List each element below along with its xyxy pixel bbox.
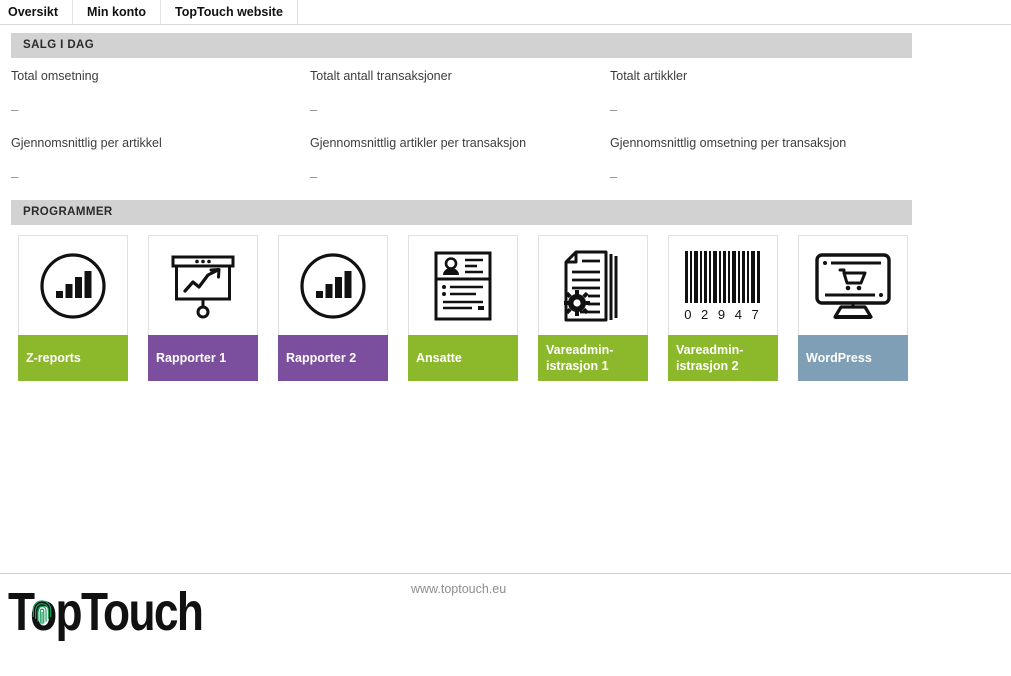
tile-icon-box [798,235,908,335]
tile-label-bar[interactable]: Rapporter 1 [148,335,258,381]
tab-min-konto[interactable]: Min konto [73,0,162,24]
tile-rapporter-2[interactable]: Rapporter 2 [278,235,388,381]
tab-oversikt[interactable]: Oversikt [0,0,74,24]
tile-label-text: Rapporter 1 [156,351,227,365]
kpi-label: Gjennomsnittlig omsetning per transaksjo… [610,136,847,150]
tile-icon-box: 0 2 9 4 7 [668,235,778,335]
kpi-gjennomsnittlig-artikler-per-transaksjon: Gjennomsnittlig artikler per transaksjon… [310,122,610,189]
tile-label-bar[interactable]: Vareadmin-istrasjon 2 [668,335,778,381]
tile-icon-box [148,235,258,335]
kpi-gjennomsnittlig-per-artikkel: Gjennomsnittlig per artikkel – [11,122,310,189]
tile-vareadministrasjon-1[interactable]: Vareadmin-istrasjon 1 [538,235,648,381]
document-gear-icon [564,250,618,321]
tile-icon-box [538,235,648,335]
tile-label-text: Rapporter 2 [286,351,357,365]
tab-bar: Oversikt Min konto TopTouch website [0,0,1011,25]
circle-bar-chart-icon [40,252,106,319]
kpi-label: Totalt artikkler [610,69,688,83]
kpi-gjennomsnittlig-omsetning-per-transaksjon: Gjennomsnittlig omsetning per transaksjo… [610,122,912,189]
tab-toptouch-website[interactable]: TopTouch website [161,0,298,24]
kpi-value: – [310,169,318,184]
programs-section-header: PROGRAMMER [11,200,912,225]
barcode-icon: 0 2 9 4 7 [684,250,762,322]
id-card-icon [434,251,492,320]
tile-label-text: Ansatte [416,351,462,365]
footer: www.toptouch.eu TopTouch [0,573,1011,676]
tile-rapporter-1[interactable]: Rapporter 1 [148,235,258,381]
kpi-label: Totalt antall transaksjoner [310,69,452,83]
tile-label-bar[interactable]: Ansatte [408,335,518,381]
kpi-value: – [11,169,19,184]
tab-label: Min konto [87,5,147,19]
tile-vareadministrasjon-2[interactable]: 0 2 9 4 7 Vareadmin-istrasjon 2 [668,235,778,381]
tile-label-text: Vareadmin-istrasjon 1 [546,343,614,373]
tile-ansatte[interactable]: Ansatte [408,235,518,381]
tile-label-bar[interactable]: WordPress [798,335,908,381]
tile-wordpress[interactable]: WordPress [798,235,908,381]
kpi-totalt-artikkler: Totalt artikkler – [610,68,912,122]
kpi-label: Gjennomsnittlig artikler per transaksjon [310,136,527,150]
monitor-cart-icon [815,252,891,319]
tab-label: TopTouch website [175,5,283,19]
tile-label-text: WordPress [806,351,872,365]
kpi-value: – [610,102,618,117]
sales-section-header: SALG I DAG [11,33,912,58]
toptouch-logo: TopTouch [8,584,1011,640]
tile-icon-box [278,235,388,335]
kpi-value: – [11,102,19,117]
kpi-label: Total omsetning [11,69,99,83]
tile-label-bar[interactable]: Rapporter 2 [278,335,388,381]
tile-label-text: Vareadmin-istrasjon 2 [676,343,744,373]
kpi-value: – [610,169,618,184]
tile-label-text: Z-reports [26,351,81,365]
tile-icon-box [408,235,518,335]
tab-label: Oversikt [8,5,59,19]
circle-bar-chart-icon [300,252,366,319]
tile-z-reports[interactable]: Z-reports [18,235,128,381]
sales-metrics-grid: Total omsetning – Totalt antall transaks… [11,68,1011,189]
kpi-total-omsetning: Total omsetning – [11,68,310,122]
tile-label-bar[interactable]: Z-reports [18,335,128,381]
kpi-label: Gjennomsnittlig per artikkel [11,136,162,150]
kpi-value: – [310,102,318,117]
presentation-chart-icon [171,255,235,318]
kpi-totalt-antall-transaksjoner: Totalt antall transaksjoner – [310,68,610,122]
fingerprint-icon [32,600,52,625]
programs-tile-grid: Z-reports Rapporter 1 Rapporter 2 Ansatt… [18,235,928,381]
tile-label-bar[interactable]: Vareadmin-istrasjon 1 [538,335,648,381]
barcode-digits: 0 2 9 4 7 [684,307,762,322]
tile-icon-box [18,235,128,335]
